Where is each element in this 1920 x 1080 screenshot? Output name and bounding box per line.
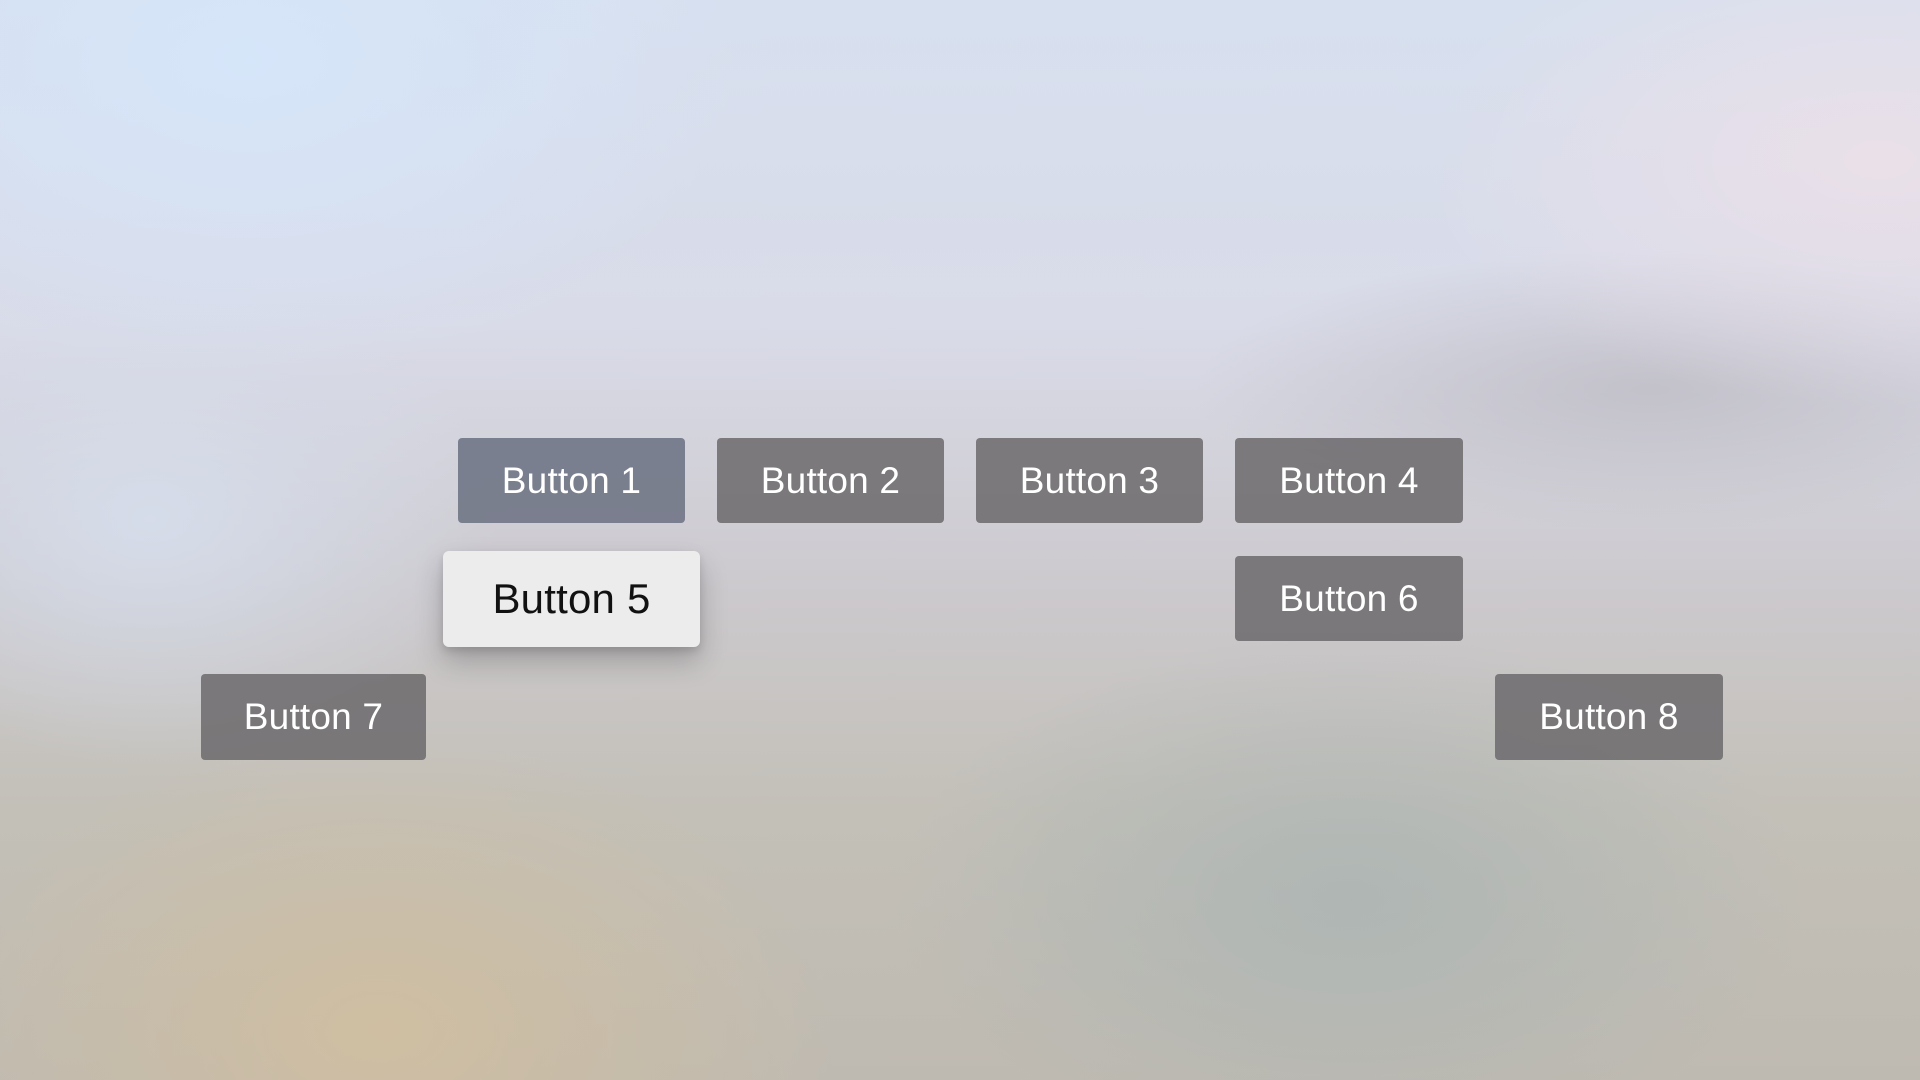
button-5-focused[interactable]: Button 5 bbox=[443, 551, 700, 647]
button-6[interactable]: Button 6 bbox=[1235, 556, 1463, 641]
button-1[interactable]: Button 1 bbox=[458, 438, 685, 523]
button-8[interactable]: Button 8 bbox=[1495, 674, 1723, 760]
button-2[interactable]: Button 2 bbox=[717, 438, 944, 523]
button-7[interactable]: Button 7 bbox=[201, 674, 426, 760]
button-3[interactable]: Button 3 bbox=[976, 438, 1203, 523]
button-4[interactable]: Button 4 bbox=[1235, 438, 1463, 523]
